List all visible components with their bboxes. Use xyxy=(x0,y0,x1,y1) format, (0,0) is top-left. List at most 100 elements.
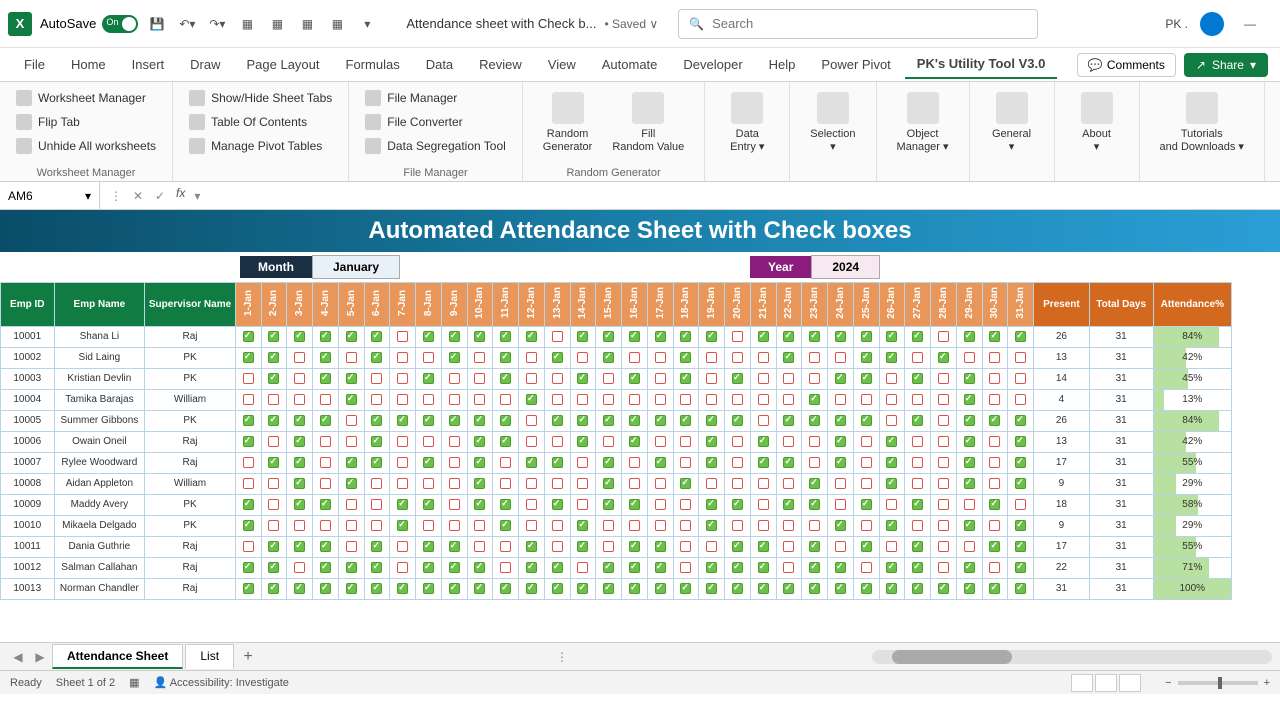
cell-checkbox[interactable] xyxy=(596,557,622,578)
col-day[interactable]: 14-Jan xyxy=(570,283,596,327)
checkbox-icon[interactable] xyxy=(758,436,769,447)
checkbox-icon[interactable] xyxy=(809,562,820,573)
checkbox-icon[interactable] xyxy=(938,331,949,342)
checkbox-icon[interactable] xyxy=(783,499,794,510)
cell-checkbox[interactable] xyxy=(828,368,854,389)
checkbox-icon[interactable] xyxy=(706,562,717,573)
cell-checkbox[interactable] xyxy=(261,473,287,494)
cell-checkbox[interactable] xyxy=(982,431,1008,452)
checkbox-icon[interactable] xyxy=(989,457,1000,468)
cell-checkbox[interactable] xyxy=(622,515,648,536)
checkbox-icon[interactable] xyxy=(243,499,254,510)
cell-checkbox[interactable] xyxy=(287,368,313,389)
formula-input[interactable] xyxy=(213,189,1280,203)
cell-checkbox[interactable] xyxy=(802,578,828,599)
col-day[interactable]: 16-Jan xyxy=(622,283,648,327)
checkbox-icon[interactable] xyxy=(552,520,563,531)
cell-checkbox[interactable] xyxy=(261,557,287,578)
checkbox-icon[interactable] xyxy=(320,583,331,594)
checkbox-icon[interactable] xyxy=(861,478,872,489)
checkbox-icon[interactable] xyxy=(758,331,769,342)
cell-checkbox[interactable] xyxy=(519,557,545,578)
col-day[interactable]: 5-Jan xyxy=(338,283,364,327)
cell-checkbox[interactable] xyxy=(982,473,1008,494)
checkbox-icon[interactable] xyxy=(346,352,357,363)
checkbox-icon[interactable] xyxy=(577,478,588,489)
checkbox-icon[interactable] xyxy=(526,415,537,426)
cell-checkbox[interactable] xyxy=(416,515,442,536)
cell-checkbox[interactable] xyxy=(467,389,493,410)
checkbox-icon[interactable] xyxy=(346,478,357,489)
checkbox-icon[interactable] xyxy=(783,541,794,552)
checkbox-icon[interactable] xyxy=(989,520,1000,531)
cell-checkbox[interactable] xyxy=(519,326,545,347)
cell-total[interactable]: 31 xyxy=(1089,368,1153,389)
checkbox-icon[interactable] xyxy=(552,373,563,384)
checkbox-icon[interactable] xyxy=(371,331,382,342)
checkbox-icon[interactable] xyxy=(680,457,691,468)
checkbox-icon[interactable] xyxy=(449,478,460,489)
cell-checkbox[interactable] xyxy=(364,494,390,515)
checkbox-icon[interactable] xyxy=(474,415,485,426)
cell-checkbox[interactable] xyxy=(416,578,442,599)
cell-checkbox[interactable] xyxy=(828,515,854,536)
cell-checkbox[interactable] xyxy=(750,536,776,557)
checkbox-icon[interactable] xyxy=(577,436,588,447)
checkbox-icon[interactable] xyxy=(243,436,254,447)
cell-checkbox[interactable] xyxy=(338,578,364,599)
checkbox-icon[interactable] xyxy=(423,373,434,384)
search-box[interactable]: 🔍 xyxy=(678,9,1038,39)
checkbox-icon[interactable] xyxy=(577,499,588,510)
checkbox-icon[interactable] xyxy=(629,352,640,363)
checkbox-icon[interactable] xyxy=(964,436,975,447)
checkbox-icon[interactable] xyxy=(268,562,279,573)
checkbox-icon[interactable] xyxy=(964,331,975,342)
checkbox-icon[interactable] xyxy=(732,436,743,447)
checkbox-icon[interactable] xyxy=(320,457,331,468)
cell-checkbox[interactable] xyxy=(828,452,854,473)
checkbox-icon[interactable] xyxy=(809,499,820,510)
checkbox-icon[interactable] xyxy=(912,436,923,447)
checkbox-icon[interactable] xyxy=(783,457,794,468)
checkbox-icon[interactable] xyxy=(268,436,279,447)
checkbox-icon[interactable] xyxy=(577,415,588,426)
checkbox-icon[interactable] xyxy=(912,541,923,552)
checkbox-icon[interactable] xyxy=(809,583,820,594)
checkbox-icon[interactable] xyxy=(629,415,640,426)
add-sheet-button[interactable]: + xyxy=(236,645,260,669)
cell-checkbox[interactable] xyxy=(313,578,339,599)
cell-checkbox[interactable] xyxy=(596,326,622,347)
cell-checkbox[interactable] xyxy=(416,347,442,368)
cell-checkbox[interactable] xyxy=(467,347,493,368)
checkbox-icon[interactable] xyxy=(294,541,305,552)
cell-checkbox[interactable] xyxy=(622,536,648,557)
view-break-icon[interactable] xyxy=(1119,674,1141,692)
checkbox-icon[interactable] xyxy=(346,373,357,384)
tab-insert[interactable]: Insert xyxy=(120,51,177,78)
cell-checkbox[interactable] xyxy=(235,431,261,452)
checkbox-icon[interactable] xyxy=(423,499,434,510)
cell-checkbox[interactable] xyxy=(596,536,622,557)
cell-emp-id[interactable]: 10010 xyxy=(1,515,55,536)
checkbox-icon[interactable] xyxy=(938,562,949,573)
checkbox-icon[interactable] xyxy=(603,562,614,573)
ribbon-item[interactable]: File Converter xyxy=(361,112,510,132)
checkbox-icon[interactable] xyxy=(552,478,563,489)
undo-icon[interactable]: ↶▾ xyxy=(176,13,198,35)
month-value[interactable]: January xyxy=(312,255,400,279)
checkbox-icon[interactable] xyxy=(732,541,743,552)
cell-checkbox[interactable] xyxy=(776,431,802,452)
cell-checkbox[interactable] xyxy=(673,536,699,557)
cell-checkbox[interactable] xyxy=(1008,368,1034,389)
cell-total[interactable]: 31 xyxy=(1089,389,1153,410)
checkbox-icon[interactable] xyxy=(912,394,923,405)
checkbox-icon[interactable] xyxy=(243,541,254,552)
cell-checkbox[interactable] xyxy=(699,431,725,452)
cell-checkbox[interactable] xyxy=(750,473,776,494)
cell-checkbox[interactable] xyxy=(776,494,802,515)
cell-checkbox[interactable] xyxy=(261,431,287,452)
checkbox-icon[interactable] xyxy=(989,352,1000,363)
cell-checkbox[interactable] xyxy=(905,536,931,557)
cell-checkbox[interactable] xyxy=(622,494,648,515)
table-row[interactable]: 10006Owain OneilRaj133142% xyxy=(1,431,1232,452)
